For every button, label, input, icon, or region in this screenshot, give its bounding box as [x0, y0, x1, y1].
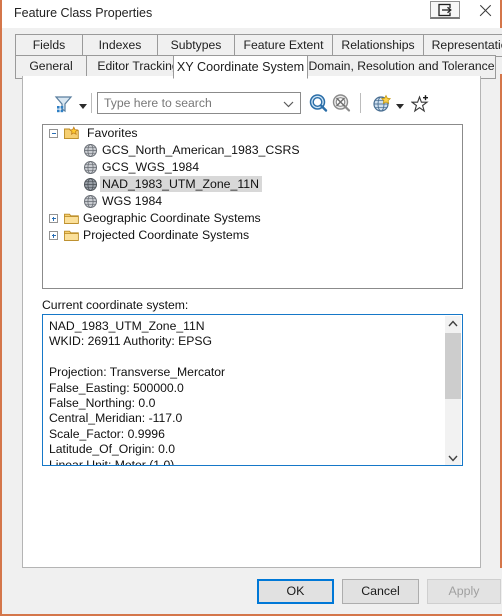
scroll-up-button[interactable] [445, 316, 461, 332]
tree-item-label: WGS 1984 [102, 194, 163, 208]
filter-funnel-icon [54, 96, 73, 113]
globe-icon [83, 143, 98, 158]
add-to-favorites-button[interactable] [371, 93, 392, 114]
cancel-button[interactable]: Cancel [342, 579, 419, 604]
tree-item-label: GCS_North_American_1983_CSRS [102, 143, 300, 157]
chevron-down-icon [283, 101, 294, 108]
chevron-up-icon [448, 320, 458, 327]
tree-item-label: Favorites [87, 126, 138, 140]
close-icon [478, 4, 492, 18]
add-to-favorites-dropdown-button[interactable] [393, 100, 407, 110]
close-button[interactable] [472, 0, 498, 24]
title-bar: Feature Class Properties [2, 0, 500, 28]
clear-search-icon [332, 94, 351, 112]
clear-search-button[interactable] [331, 93, 352, 114]
favorites-button[interactable] [410, 93, 432, 114]
globe-icon [83, 194, 98, 209]
toolbar-separator-1 [91, 93, 92, 113]
scrollbar-thumb[interactable] [445, 333, 461, 399]
globe-icon [83, 177, 98, 192]
restore-window-icon [430, 1, 460, 19]
current-coordinate-system-label: Current coordinate system: [42, 298, 189, 312]
folder-icon [64, 211, 79, 226]
tree-item-wgs-1984[interactable]: WGS 1984 [43, 193, 462, 210]
tab-xy-coordinate-system[interactable]: XY Coordinate System [173, 55, 308, 79]
coordinate-system-tree[interactable]: Favorites GCS_North_American_1983_CSRS G… [42, 124, 463, 289]
tree-item-label: NAD_1983_UTM_Zone_11N [100, 176, 262, 192]
scroll-down-button[interactable] [445, 450, 461, 465]
chevron-down-icon [79, 104, 87, 109]
feature-class-properties-dialog: Feature Class Properties Fields Indexes … [0, 0, 502, 616]
search-placeholder: Type here to search [104, 96, 212, 110]
filter-button[interactable] [52, 92, 76, 116]
search-icon [309, 94, 328, 112]
tab-subtypes[interactable]: Subtypes [157, 34, 235, 57]
dialog-footer: OK Cancel Apply [4, 568, 502, 614]
apply-button: Apply [427, 579, 501, 604]
tree-item-favorites[interactable]: Favorites [43, 125, 462, 142]
tab-fields[interactable]: Fields [15, 34, 83, 57]
chevron-down-icon [448, 455, 458, 462]
tree-item-label: GCS_WGS_1984 [102, 160, 200, 174]
tree-item-label: Projected Coordinate Systems [83, 228, 250, 242]
tree-item-gcs-wgs-1984[interactable]: GCS_WGS_1984 [43, 159, 462, 176]
folder-icon [64, 228, 79, 243]
tree-item-nad-1983-utm-zone-11n[interactable]: NAD_1983_UTM_Zone_11N [43, 176, 462, 193]
current-coordinate-system-text: NAD_1983_UTM_Zone_11N WKID: 26911 Author… [49, 319, 226, 466]
expander-collapse-icon[interactable] [49, 129, 58, 138]
toolbar-separator-2 [360, 93, 361, 113]
expander-expand-icon[interactable] [49, 231, 58, 240]
filter-dropdown-button[interactable] [76, 100, 90, 110]
tab-strip: Fields Indexes Subtypes Feature Extent R… [4, 28, 502, 79]
restore-window-glyph [438, 3, 452, 17]
favorites-folder-icon [64, 126, 79, 141]
restore-window-button[interactable] [426, 0, 464, 21]
tab-indexes[interactable]: Indexes [82, 34, 158, 57]
chevron-down-icon [396, 104, 404, 109]
search-button[interactable] [308, 93, 329, 114]
ok-button[interactable]: OK [257, 579, 334, 604]
globe-star-icon [373, 94, 392, 112]
star-plus-icon [410, 95, 429, 113]
tree-item-label: Geographic Coordinate Systems [83, 211, 261, 225]
tree-item-projected-coordinate-systems[interactable]: Projected Coordinate Systems [43, 227, 462, 244]
tree-item-gcs-north-american-1983-csrs[interactable]: GCS_North_American_1983_CSRS [43, 142, 462, 159]
tree-item-geographic-coordinate-systems[interactable]: Geographic Coordinate Systems [43, 210, 462, 227]
xy-coordinate-system-panel: Type here to search Favorites GCS_North_… [22, 76, 481, 568]
tab-feature-extent[interactable]: Feature Extent [234, 34, 333, 57]
coordinate-system-toolbar: Type here to search [23, 90, 482, 122]
vertical-scrollbar[interactable] [445, 316, 461, 465]
tab-relationships[interactable]: Relationships [332, 34, 424, 57]
globe-icon [83, 160, 98, 175]
search-input[interactable]: Type here to search [97, 92, 301, 114]
current-coordinate-system-textarea[interactable]: NAD_1983_UTM_Zone_11N WKID: 26911 Author… [42, 314, 463, 466]
expander-expand-icon[interactable] [49, 214, 58, 223]
tab-representations[interactable]: Representations [423, 34, 502, 57]
window-title: Feature Class Properties [14, 6, 153, 20]
